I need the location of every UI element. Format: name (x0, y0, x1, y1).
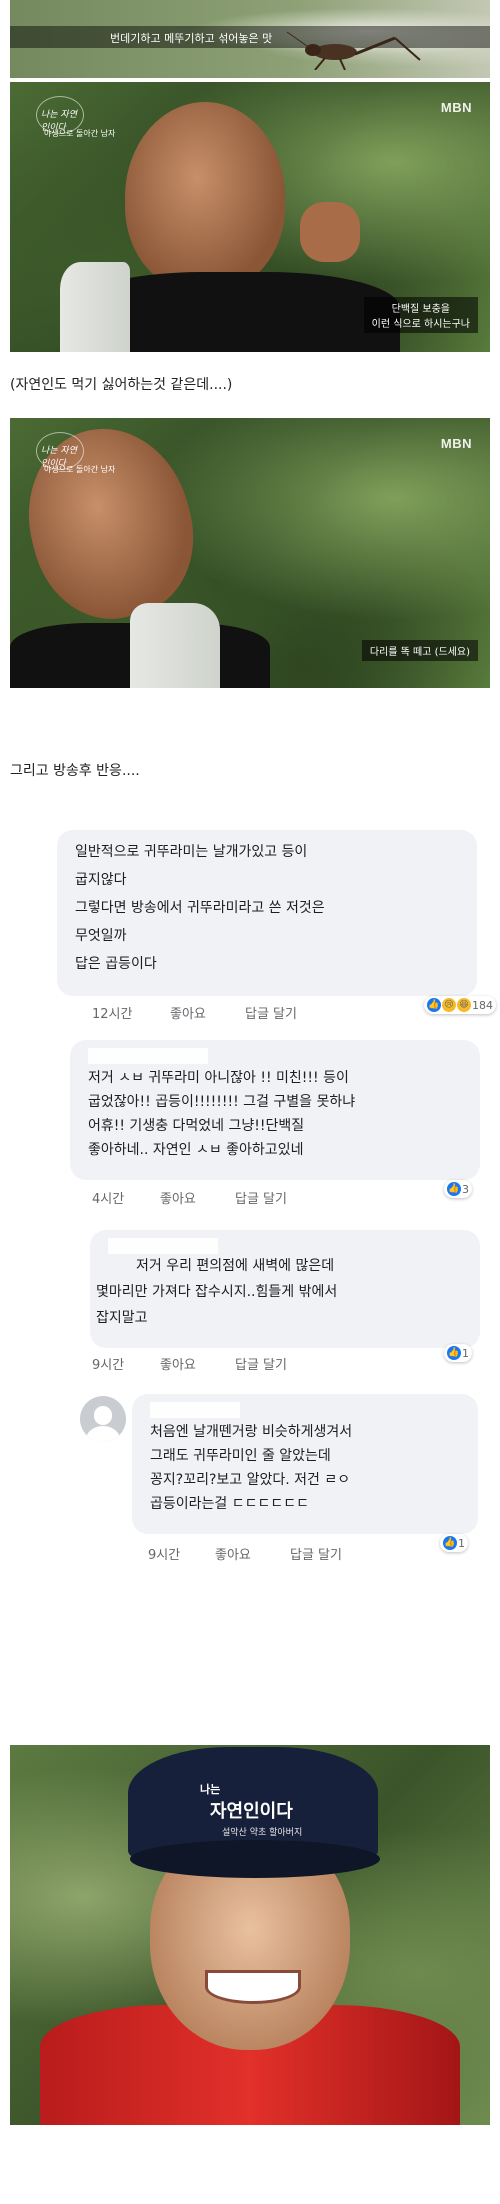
like-icon: 👍 (427, 998, 441, 1012)
cap-text-2: 자연인이다 (210, 1801, 293, 1822)
like-link[interactable]: 좋아요 (160, 1188, 196, 1207)
comment-time: 9시간 (92, 1358, 125, 1373)
reaction-count[interactable]: 👍 3 (444, 1180, 472, 1198)
like-link[interactable]: 좋아요 (160, 1354, 196, 1373)
like-icon: 👍 (443, 1536, 457, 1550)
sad-icon: 😢 (442, 998, 456, 1012)
cap-text-3: 설악산 약초 할아버지 (222, 1828, 303, 1838)
show-subtitle: 야생으로 돌아간 남자 (44, 465, 116, 474)
top-still-insect: 번데기하고 메뚜기하고 섞어놓은 맛 (10, 0, 490, 78)
tv-still-eating: 나는 자연인이다 야생으로 돌아간 남자 MBN 단백질 보충을 이런 식으로 … (10, 82, 490, 352)
caption-box: 다리를 똑 떼고 (드세요) (361, 640, 478, 661)
reply-link[interactable]: 답글 달기 (245, 1003, 297, 1022)
show-subtitle: 야생으로 돌아간 남자 (44, 129, 116, 138)
like-link[interactable]: 좋아요 (170, 1003, 206, 1022)
avatar-placeholder-icon[interactable] (80, 1396, 126, 1442)
cap-text-1: 나는 (200, 1783, 221, 1796)
comment-bubble: 일반적으로 귀뚜라미는 날개가있고 등이 굽지않다 그렇다면 방송에서 귀뚜라미… (57, 830, 477, 996)
tv-still-laughing: 나는 자연인이다 설악산 약초 할아버지 (10, 1745, 490, 2125)
comment-time: 9시간 (148, 1548, 181, 1563)
top-caption: 번데기하고 메뚜기하고 섞어놓은 맛 (110, 32, 273, 45)
like-link[interactable]: 좋아요 (215, 1544, 251, 1563)
channel-logo: MBN (440, 436, 472, 451)
remark-text: (자연인도 먹기 싫어하는것 같은데....) (10, 377, 233, 393)
remark-text: 그리고 방송후 반응.... (10, 763, 140, 779)
comment-time: 12시간 (92, 1007, 133, 1022)
comment-bubble: 저거 우리 편의점에 새벽에 많은데 몇마리만 가져다 잡수시지..힘들게 밖에… (90, 1230, 480, 1348)
reply-link[interactable]: 답글 달기 (235, 1354, 287, 1373)
smile (205, 1970, 301, 2004)
channel-logo: MBN (440, 100, 472, 115)
comment-bubble: 처음엔 날개뗀거랑 비슷하게생겨서 그래도 귀뚜라미인 줄 알았는데 꽁지?꼬리… (132, 1394, 478, 1534)
reaction-count[interactable]: 👍 1 (440, 1534, 468, 1552)
haha-icon: 😆 (457, 998, 471, 1012)
reply-link[interactable]: 답글 달기 (235, 1188, 287, 1207)
hand (300, 202, 360, 262)
tv-still-chewing: 나는 자연인이다 야생으로 돌아간 남자 MBN 다리를 똑 떼고 (드세요) (10, 418, 490, 688)
comment-time: 4시간 (92, 1192, 125, 1207)
insect-icon (286, 31, 421, 70)
like-icon: 👍 (447, 1182, 461, 1196)
reply-link[interactable]: 답글 달기 (290, 1544, 342, 1563)
caption-box: 단백질 보충을 이런 식으로 하시는구나 (363, 297, 478, 333)
comment-bubble: 저거 ㅅㅂ 귀뚜라미 아니잖아 !! 미친!!! 등이 굽었잖아!! 곱등이!!… (70, 1040, 480, 1180)
reaction-count[interactable]: 👍 1 (444, 1344, 472, 1362)
reaction-count[interactable]: 👍 😢 😆 184 (424, 996, 496, 1014)
like-icon: 👍 (447, 1346, 461, 1360)
